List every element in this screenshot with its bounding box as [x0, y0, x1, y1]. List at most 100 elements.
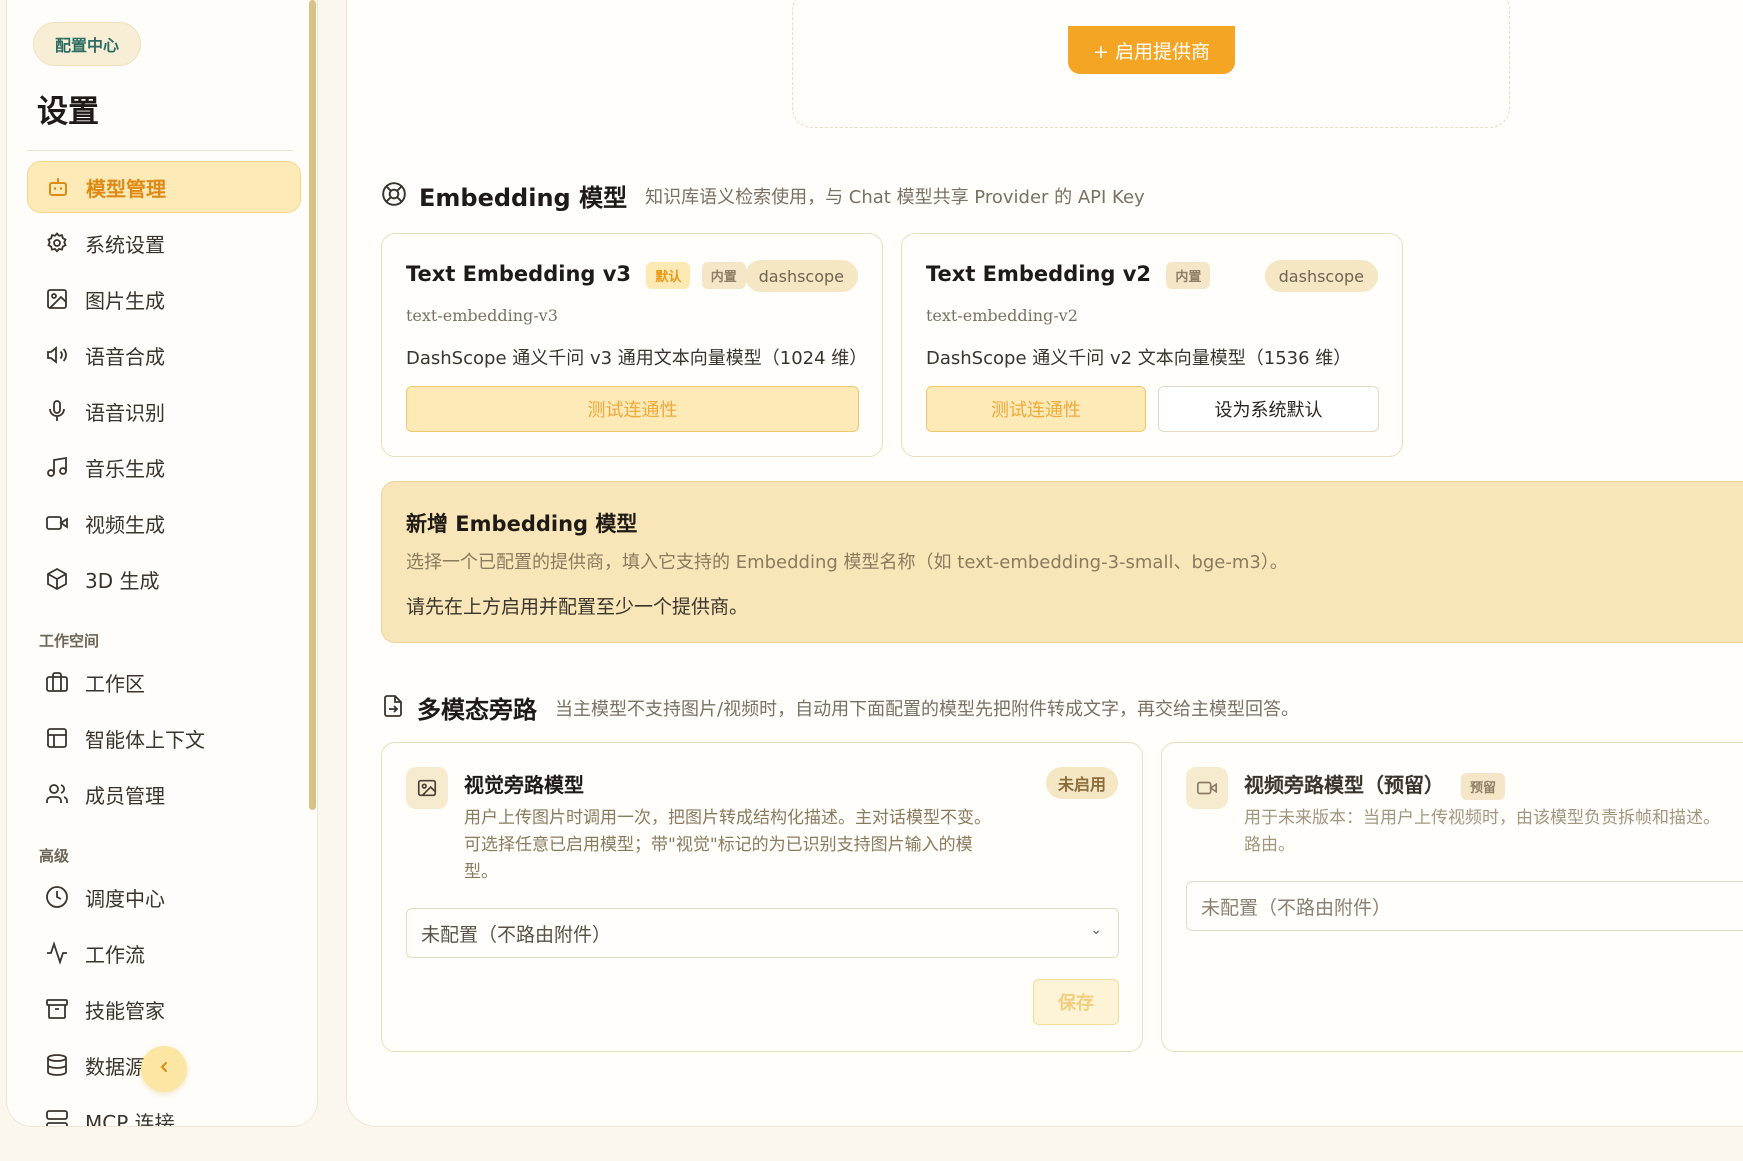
default-tag: 默认 — [646, 262, 691, 289]
cube-icon — [43, 565, 71, 593]
add-embedding-panel: 新增 Embedding 模型 选择一个已配置的提供商，填入它支持的 Embed… — [381, 481, 1743, 643]
sidebar-item-label: 视频生成 — [85, 512, 165, 537]
vision-bypass-card: 视觉旁路模型 未启用 用户上传图片时调用一次，把图片转成结构化描述。主对话模型不… — [381, 742, 1143, 1052]
video-camera-icon — [1186, 767, 1228, 809]
description-line: 型。 — [464, 862, 498, 882]
briefcase-icon — [43, 668, 71, 696]
video-bypass-title-text: 视频旁路模型（预留） — [1244, 773, 1444, 797]
description-line: 用户上传图片时调用一次，把图片转成结构化描述。主对话模型不变。 — [464, 808, 991, 828]
sidebar-divider — [27, 150, 293, 151]
sidebar-item-label: 模型管理 — [86, 176, 166, 201]
sidebar-item-video-generation[interactable]: 视频生成 — [27, 497, 301, 549]
reserved-tag: 预留 — [1460, 773, 1505, 800]
sidebar-item-model-management[interactable]: 模型管理 — [27, 161, 301, 213]
sidebar-scrollbar[interactable] — [309, 0, 316, 810]
sidebar-item-workspace[interactable]: 工作区 — [27, 656, 301, 708]
embedding-section-header: Embedding 模型 知识库语义检索使用，与 Chat 模型共享 Provi… — [381, 178, 1145, 213]
clock-icon — [43, 883, 71, 911]
chevron-down-icon: ⌄ — [1090, 922, 1102, 938]
sidebar-item-label: 3D 生成 — [85, 568, 160, 593]
sidebar-item-workflow[interactable]: 工作流 — [27, 927, 301, 979]
builtin-tag: 内置 — [1166, 262, 1211, 289]
sidebar-item-label: 工作区 — [85, 671, 145, 696]
users-icon — [43, 780, 71, 808]
chevron-left-icon — [156, 1059, 172, 1079]
model-id: text-embedding-v3 — [406, 306, 558, 325]
sidebar-item-label: 系统设置 — [85, 232, 165, 257]
sidebar-item-scheduler[interactable]: 调度中心 — [27, 871, 301, 923]
embedding-name: Text Embedding v2 — [926, 262, 1152, 286]
gear-icon — [43, 229, 71, 257]
sidebar-item-agent-context[interactable]: 智能体上下文 — [27, 712, 301, 764]
vision-bypass-title: 视觉旁路模型 — [464, 773, 584, 797]
microphone-icon — [43, 397, 71, 425]
sidebar-section-advanced: 高级 — [39, 847, 70, 865]
video-model-select[interactable]: 未配置（不路由附件） — [1186, 881, 1743, 931]
video-bypass-card: 视频旁路模型（预留） 预留 用于未来版本：当用户上传视频时，由该模型负责拆帧和描… — [1161, 742, 1743, 1052]
sidebar-title: 设置 — [37, 94, 99, 130]
add-embedding-title: 新增 Embedding 模型 — [406, 512, 638, 536]
description-line: 路由。 — [1244, 835, 1295, 855]
sidebar-item-speech-synthesis[interactable]: 语音合成 — [27, 329, 301, 381]
test-connectivity-button[interactable]: 测试连通性 — [406, 386, 859, 432]
robot-icon — [44, 173, 72, 201]
set-default-button[interactable]: 设为系统默认 — [1158, 386, 1379, 432]
vision-model-select[interactable]: 未配置（不路由附件） ⌄ — [406, 908, 1119, 958]
select-value: 未配置（不路由附件） — [1201, 896, 1392, 919]
save-button[interactable]: 保存 — [1033, 979, 1119, 1025]
collapse-sidebar-button[interactable] — [141, 1046, 187, 1092]
video-bypass-title: 视频旁路模型（预留） 预留 — [1244, 769, 1505, 800]
archive-icon — [43, 995, 71, 1023]
sidebar-item-label: 工作流 — [85, 942, 145, 967]
builtin-tag: 内置 — [701, 262, 746, 289]
music-note-icon — [43, 453, 71, 481]
multimodal-section-description: 当主模型不支持图片/视频时，自动用下面配置的模型先把附件转成文字，再交给主模型回… — [555, 698, 1300, 720]
enable-provider-button[interactable]: + 启用提供商 — [1068, 26, 1235, 74]
description-line: 可选择任意已启用模型；带"视觉"标记的为已识别支持图片输入的模 — [464, 835, 973, 855]
speaker-icon — [43, 341, 71, 369]
sidebar-item-3d-generation[interactable]: 3D 生成 — [27, 553, 301, 605]
sidebar-item-label: 调度中心 — [85, 886, 165, 911]
embedding-section-description: 知识库语义检索使用，与 Chat 模型共享 Provider 的 API Key — [645, 186, 1145, 208]
lifebuoy-icon — [381, 181, 407, 211]
file-route-icon — [381, 694, 405, 722]
sidebar-item-label: 技能管家 — [85, 998, 165, 1023]
database-icon — [43, 1051, 71, 1079]
sidebar-item-label: 音乐生成 — [85, 456, 165, 481]
multimodal-section-title: 多模态旁路 — [417, 696, 537, 724]
embedding-card-v2: Text Embedding v2 内置 dashscope text-embe… — [901, 233, 1403, 457]
vision-bypass-description: 用户上传图片时调用一次，把图片转成结构化描述。主对话模型不变。 可选择任意已启用… — [464, 805, 991, 886]
provider-pill: dashscope — [744, 260, 858, 292]
config-center-badge: 配置中心 — [33, 22, 141, 66]
embedding-card-v3: Text Embedding v3 默认 内置 dashscope text-e… — [381, 233, 883, 457]
sidebar-item-system-settings[interactable]: 系统设置 — [27, 217, 301, 269]
embedding-card-title: Text Embedding v2 内置 — [926, 262, 1211, 289]
model-id: text-embedding-v2 — [926, 306, 1078, 325]
sidebar-item-member-management[interactable]: 成员管理 — [27, 768, 301, 820]
embedding-name: Text Embedding v3 — [406, 262, 632, 286]
sidebar-item-label: 语音合成 — [85, 344, 165, 369]
sidebar-item-label: 智能体上下文 — [85, 727, 205, 752]
multimodal-section-header: 多模态旁路 当主模型不支持图片/视频时，自动用下面配置的模型先把附件转成文字，再… — [381, 690, 1299, 725]
add-embedding-notice: 请先在上方启用并配置至少一个提供商。 — [406, 596, 749, 618]
model-description: DashScope 通义千问 v2 文本向量模型（1536 维） — [926, 348, 1352, 369]
select-value: 未配置（不路由附件） — [421, 923, 612, 946]
sidebar-item-speech-recognition[interactable]: 语音识别 — [27, 385, 301, 437]
status-badge: 未启用 — [1045, 767, 1118, 799]
sidebar-item-music-generation[interactable]: 音乐生成 — [27, 441, 301, 493]
add-embedding-description: 选择一个已配置的提供商，填入它支持的 Embedding 模型名称（如 text… — [406, 552, 1288, 573]
activity-icon — [43, 939, 71, 967]
video-bypass-description: 用于未来版本：当用户上传视频时，由该模型负责拆帧和描述。 路由。 — [1244, 805, 1720, 859]
sidebar-section-workspace: 工作空间 — [39, 632, 100, 650]
sidebar-item-label: MCP 连接 — [85, 1110, 175, 1127]
layout-icon — [43, 724, 71, 752]
sidebar-item-mcp-connection[interactable]: MCP 连接 — [27, 1095, 301, 1127]
model-description: DashScope 通义千问 v3 通用文本向量模型（1024 维） — [406, 348, 868, 369]
main-content: + 启用提供商 Embedding 模型 知识库语义检索使用，与 Chat 模型… — [346, 0, 1743, 1127]
video-camera-icon — [43, 509, 71, 537]
sidebar-item-image-generation[interactable]: 图片生成 — [27, 273, 301, 325]
sidebar-item-label: 语音识别 — [85, 400, 165, 425]
test-connectivity-button[interactable]: 测试连通性 — [926, 386, 1146, 432]
server-icon — [43, 1107, 71, 1126]
sidebar-item-skill-manager[interactable]: 技能管家 — [27, 983, 301, 1035]
